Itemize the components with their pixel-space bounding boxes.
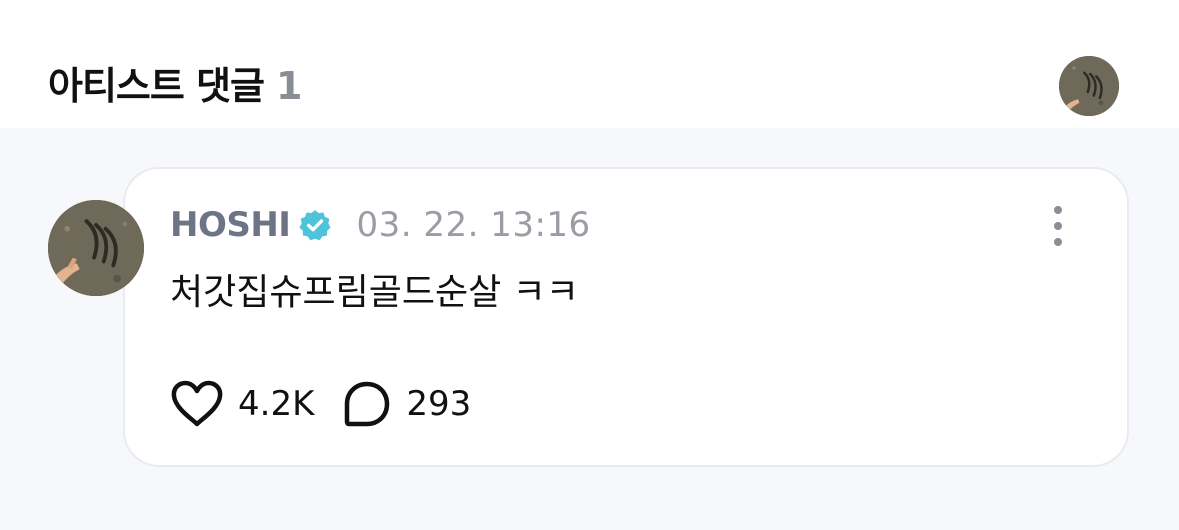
section-header: 아티스트 댓글 1 (0, 0, 1179, 128)
more-dot (1054, 222, 1062, 230)
author-photo-icon (48, 200, 144, 296)
author-avatar[interactable] (48, 200, 144, 296)
comment-author-row: HOSHI 03. 22. 13:16 (170, 202, 591, 248)
reply-button[interactable]: 293 (342, 379, 471, 429)
comment-count: 1 (276, 64, 302, 108)
artist-comments-page: 아티스트 댓글 1 HOSHI 03. 22. 13:16 처갓집슈프림골드순살… (0, 0, 1179, 530)
more-options-button[interactable] (1044, 204, 1072, 248)
more-vertical-icon (1054, 206, 1062, 214)
like-count: 4.2K (238, 384, 315, 424)
heart-outline-icon (171, 380, 223, 427)
profile-photo-icon (1059, 56, 1119, 116)
chat-bubble-icon (345, 381, 390, 427)
reply-count: 293 (406, 384, 472, 424)
like-button[interactable]: 4.2K (170, 379, 314, 429)
comment-timestamp: 03. 22. 13:16 (356, 205, 591, 245)
section-title: 아티스트 댓글 1 (48, 60, 302, 112)
verified-badge-icon (298, 208, 332, 242)
author-name[interactable]: HOSHI (170, 205, 291, 245)
comment-body: 처갓집슈프림골드순살 ㅋㅋ (170, 272, 579, 313)
more-dot (1054, 238, 1062, 246)
section-title-text: 아티스트 댓글 (48, 64, 265, 108)
my-profile-avatar[interactable] (1059, 56, 1119, 116)
comment-actions: 4.2K 293 (170, 378, 471, 430)
